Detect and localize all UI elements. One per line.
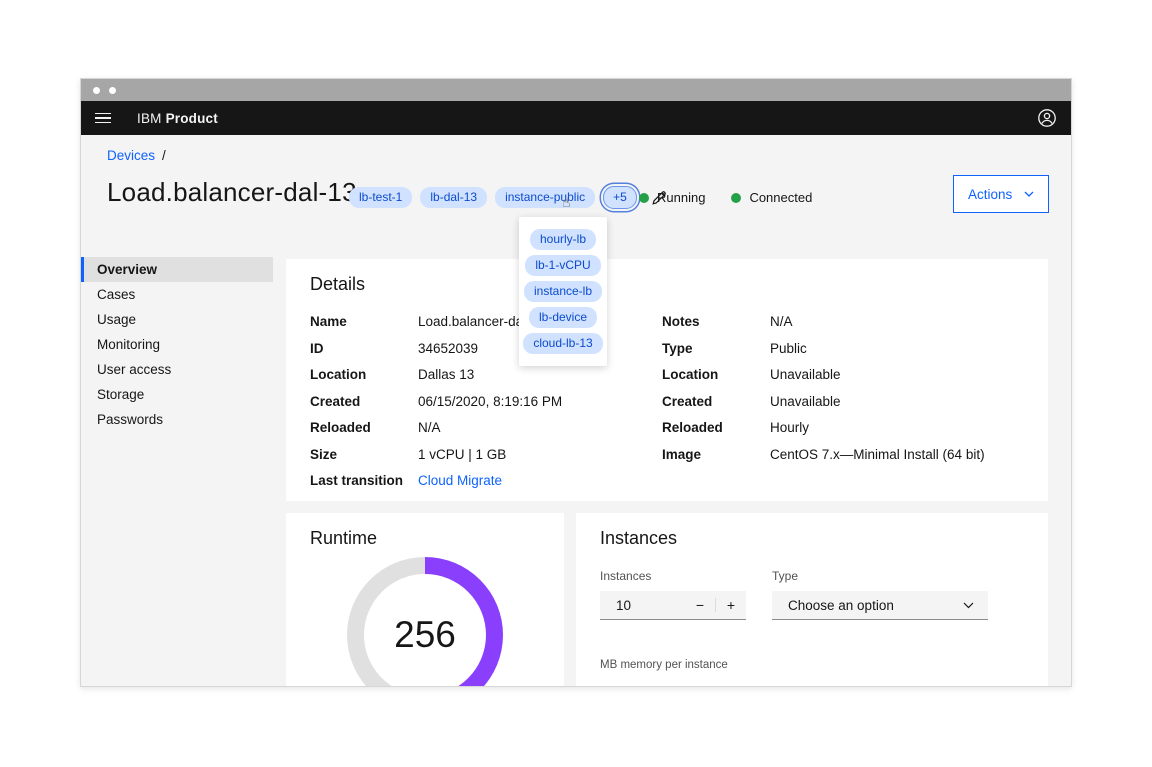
status-connected: Connected <box>731 190 812 205</box>
type-label: Type <box>772 569 988 583</box>
detail-label: Notes <box>662 314 770 329</box>
detail-value: Hourly <box>770 420 1024 435</box>
details-right-column: NotesN/A TypePublic LocationUnavailable … <box>662 314 1024 488</box>
details-card: Details NameLoad.balancer-dal-13 ID34652… <box>286 259 1048 501</box>
type-dropdown[interactable]: Choose an option <box>772 591 988 620</box>
instances-card: Instances Instances 10 − + Type <box>576 513 1048 687</box>
green-dot-icon <box>731 193 741 203</box>
status-indicators: Running Connected <box>639 190 812 205</box>
detail-label: Created <box>310 394 418 409</box>
detail-label: Location <box>662 367 770 382</box>
detail-label: Last transition <box>310 473 418 488</box>
detail-value: CentOS 7.x—Minimal Install (64 bit) <box>770 447 1024 462</box>
brand: IBM Product <box>137 111 218 126</box>
sidebar-item-usage[interactable]: Usage <box>81 307 273 332</box>
hamburger-icon[interactable] <box>95 113 111 124</box>
runtime-donut: 256 <box>347 557 503 687</box>
user-avatar-icon[interactable] <box>1037 108 1057 128</box>
detail-value: N/A <box>770 314 1024 329</box>
decrement-button[interactable]: − <box>685 591 715 619</box>
desktop: IBM Product Devices / Load.balancer-dal-1… <box>0 0 1152 767</box>
detail-value: N/A <box>418 420 662 435</box>
detail-value: Unavailable <box>770 394 1024 409</box>
details-title: Details <box>310 274 365 295</box>
detail-label: Reloaded <box>662 420 770 435</box>
green-dot-icon <box>639 193 649 203</box>
detail-label: ID <box>310 341 418 356</box>
instances-number-input[interactable]: 10 − + <box>600 591 746 620</box>
detail-value: Dallas 13 <box>418 367 662 382</box>
instances-count-label: Instances <box>600 569 746 583</box>
increment-button[interactable]: + <box>716 591 746 619</box>
detail-label: Created <box>662 394 770 409</box>
breadcrumb-separator: / <box>162 148 166 163</box>
instances-title: Instances <box>600 528 677 549</box>
window-dot[interactable] <box>93 87 100 94</box>
detail-value: Unavailable <box>770 367 1024 382</box>
tag[interactable]: lb-dal-13 <box>420 187 487 208</box>
breadcrumb-link-devices[interactable]: Devices <box>107 148 155 163</box>
instances-form: Instances 10 − + Type Choose an option <box>600 569 988 620</box>
product-header: IBM Product <box>81 101 1071 135</box>
detail-value: 1 vCPU | 1 GB <box>418 447 662 462</box>
tag-overflow-button[interactable]: +5 <box>603 186 637 209</box>
status-running: Running <box>639 190 705 205</box>
sidebar-item-passwords[interactable]: Passwords <box>81 407 273 432</box>
sidebar-nav: Overview Cases Usage Monitoring User acc… <box>81 257 273 432</box>
mouse-cursor-icon: ☝ <box>562 195 571 211</box>
browser-titlebar <box>81 79 1071 101</box>
sidebar-item-user-access[interactable]: User access <box>81 357 273 382</box>
details-left-column: NameLoad.balancer-dal-13 ID34652039 Loca… <box>310 314 662 488</box>
overflow-tags-popover: hourly-lb lb-1-vCPU instance-lb lb-devic… <box>519 217 607 366</box>
overflow-tag[interactable]: hourly-lb <box>530 229 596 250</box>
sidebar-item-storage[interactable]: Storage <box>81 382 273 407</box>
instances-count-field: Instances 10 − + <box>600 569 746 620</box>
overflow-tag[interactable]: lb-1-vCPU <box>525 255 600 276</box>
window-dot[interactable] <box>109 87 116 94</box>
type-field: Type Choose an option <box>772 569 988 620</box>
tag[interactable]: lb-test-1 <box>349 187 412 208</box>
actions-button[interactable]: Actions <box>953 175 1049 213</box>
overflow-tag[interactable]: instance-lb <box>524 281 602 302</box>
overflow-tag[interactable]: lb-device <box>529 307 597 328</box>
detail-label: Reloaded <box>310 420 418 435</box>
detail-label: Location <box>310 367 418 382</box>
chevron-down-icon <box>1024 191 1034 197</box>
app-window: IBM Product Devices / Load.balancer-dal-1… <box>80 78 1072 687</box>
detail-label: Image <box>662 447 770 462</box>
status-label: Connected <box>749 190 812 205</box>
status-label: Running <box>657 190 705 205</box>
runtime-card: Runtime 256 <box>286 513 564 687</box>
tag[interactable]: instance-public <box>495 187 595 208</box>
overflow-tag[interactable]: cloud-lb-13 <box>523 333 602 354</box>
page-title: Load.balancer-dal-13 <box>107 177 357 208</box>
detail-label: Type <box>662 341 770 356</box>
tags-row: lb-test-1 lb-dal-13 instance-public +5 <box>349 186 667 209</box>
runtime-title: Runtime <box>310 528 377 549</box>
sidebar-item-cases[interactable]: Cases <box>81 282 273 307</box>
type-dropdown-value: Choose an option <box>788 598 894 613</box>
detail-label: Name <box>310 314 418 329</box>
breadcrumb: Devices / <box>107 148 166 163</box>
cloud-migrate-link[interactable]: Cloud Migrate <box>418 473 502 488</box>
instances-count-value[interactable]: 10 <box>600 591 685 619</box>
sidebar-item-overview[interactable]: Overview <box>81 257 273 282</box>
page-content: Devices / Load.balancer-dal-13 lb-test-1 … <box>81 135 1071 687</box>
memory-helper-text: MB memory per instance <box>600 659 728 671</box>
details-body: NameLoad.balancer-dal-13 ID34652039 Loca… <box>310 314 1024 488</box>
detail-value: Cloud Migrate <box>418 473 662 488</box>
detail-value: Public <box>770 341 1024 356</box>
sidebar-item-monitoring[interactable]: Monitoring <box>81 332 273 357</box>
runtime-donut-center: 256 <box>364 574 486 687</box>
detail-value: 06/15/2020, 8:19:16 PM <box>418 394 662 409</box>
chevron-down-icon <box>963 602 974 609</box>
brand-prefix: IBM <box>137 111 162 126</box>
detail-label: Size <box>310 447 418 462</box>
brand-name: Product <box>166 111 218 126</box>
actions-button-label: Actions <box>968 187 1012 202</box>
runtime-value: 256 <box>394 614 456 656</box>
